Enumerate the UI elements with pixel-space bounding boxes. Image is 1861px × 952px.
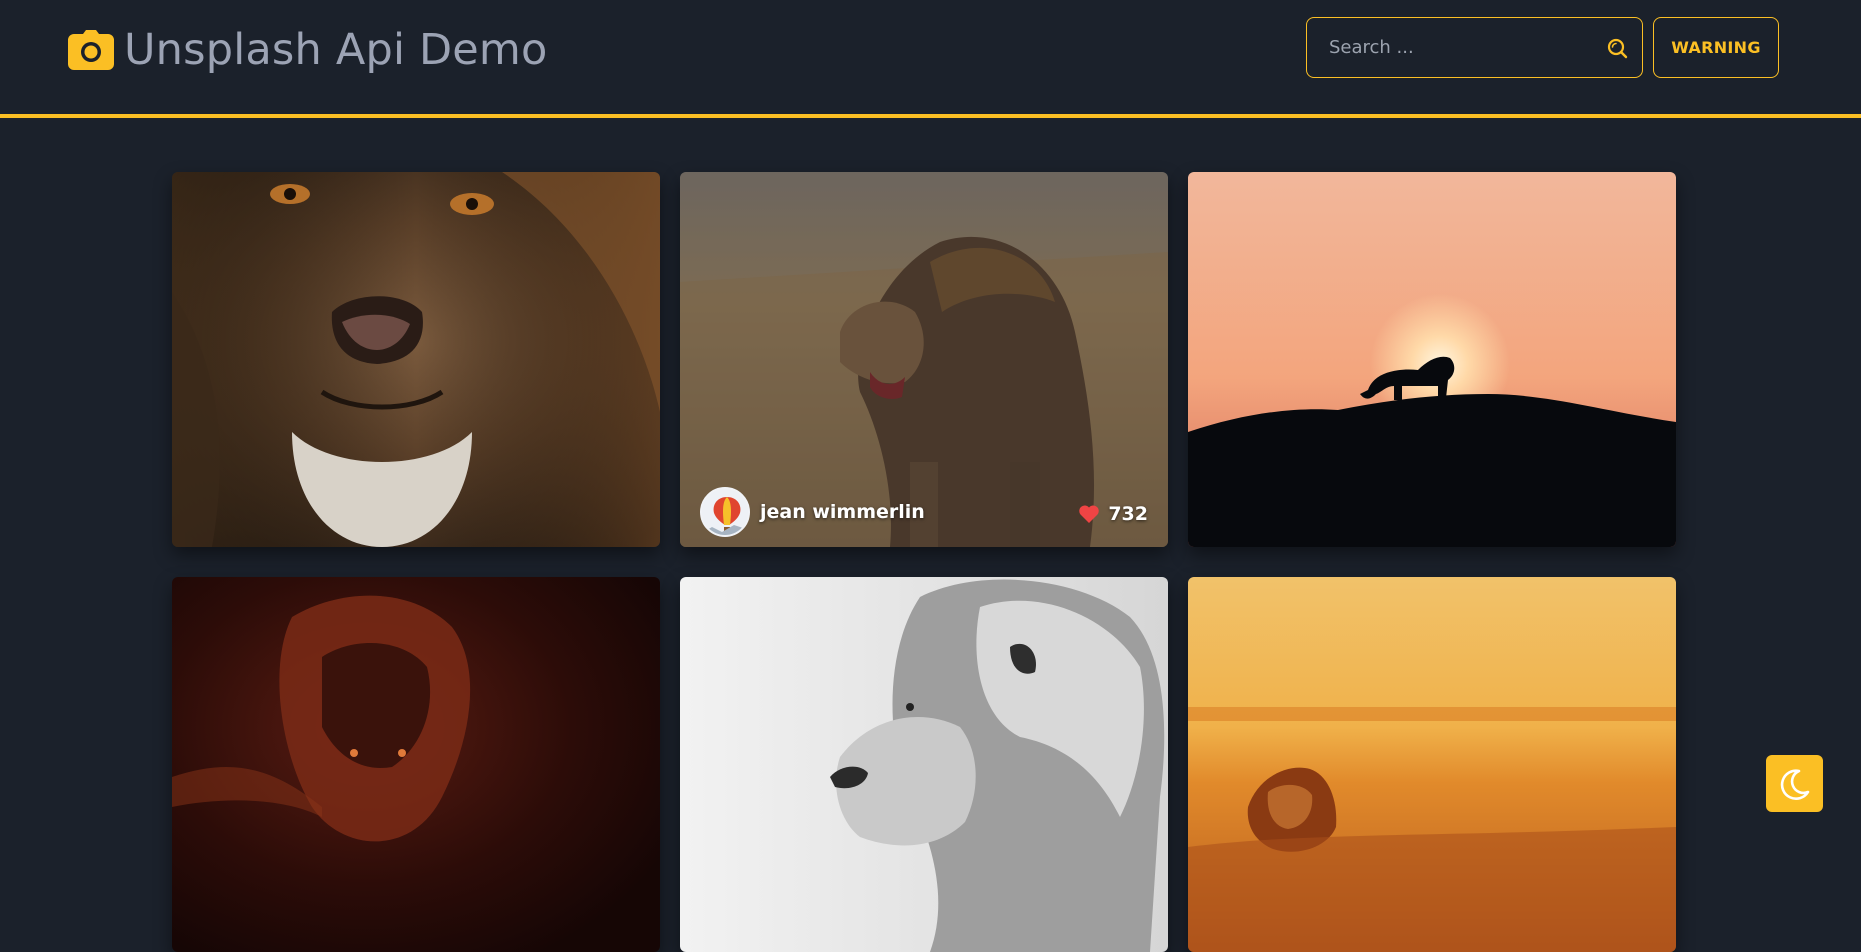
hot-air-balloon-icon bbox=[702, 489, 748, 535]
search-field[interactable] bbox=[1306, 17, 1643, 78]
photo-card[interactable] bbox=[1188, 577, 1676, 952]
lion-golden-field-photo bbox=[1188, 577, 1676, 952]
app-header: Unsplash Api Demo WARNING bbox=[0, 0, 1861, 118]
photo-card[interactable]: jean wimmerlin 732 bbox=[680, 172, 1168, 547]
author-name: jean wimmerlin bbox=[760, 501, 925, 523]
lion-red-light-photo bbox=[172, 577, 660, 952]
lion-silhouette-photo bbox=[1188, 172, 1676, 547]
lion-face-photo bbox=[172, 172, 660, 547]
photo-card[interactable] bbox=[1188, 172, 1676, 547]
warning-button[interactable]: WARNING bbox=[1653, 17, 1779, 78]
heart-icon bbox=[1079, 505, 1100, 523]
search-input[interactable] bbox=[1327, 36, 1606, 59]
moon-icon bbox=[1780, 768, 1809, 800]
photo-card[interactable] bbox=[680, 577, 1168, 952]
page-title: Unsplash Api Demo bbox=[124, 24, 548, 75]
search-icon[interactable] bbox=[1606, 37, 1628, 59]
photo-card[interactable] bbox=[172, 172, 660, 547]
theme-toggle-button[interactable] bbox=[1766, 755, 1823, 812]
likes-count: 732 bbox=[1108, 503, 1148, 525]
photo-author[interactable]: jean wimmerlin bbox=[700, 487, 925, 537]
brand[interactable]: Unsplash Api Demo bbox=[68, 22, 548, 78]
avatar bbox=[700, 487, 750, 537]
camera-icon bbox=[68, 30, 114, 70]
lion-bw-profile-photo bbox=[680, 577, 1168, 952]
likes[interactable]: 732 bbox=[1078, 503, 1148, 525]
photo-card[interactable] bbox=[172, 577, 660, 952]
